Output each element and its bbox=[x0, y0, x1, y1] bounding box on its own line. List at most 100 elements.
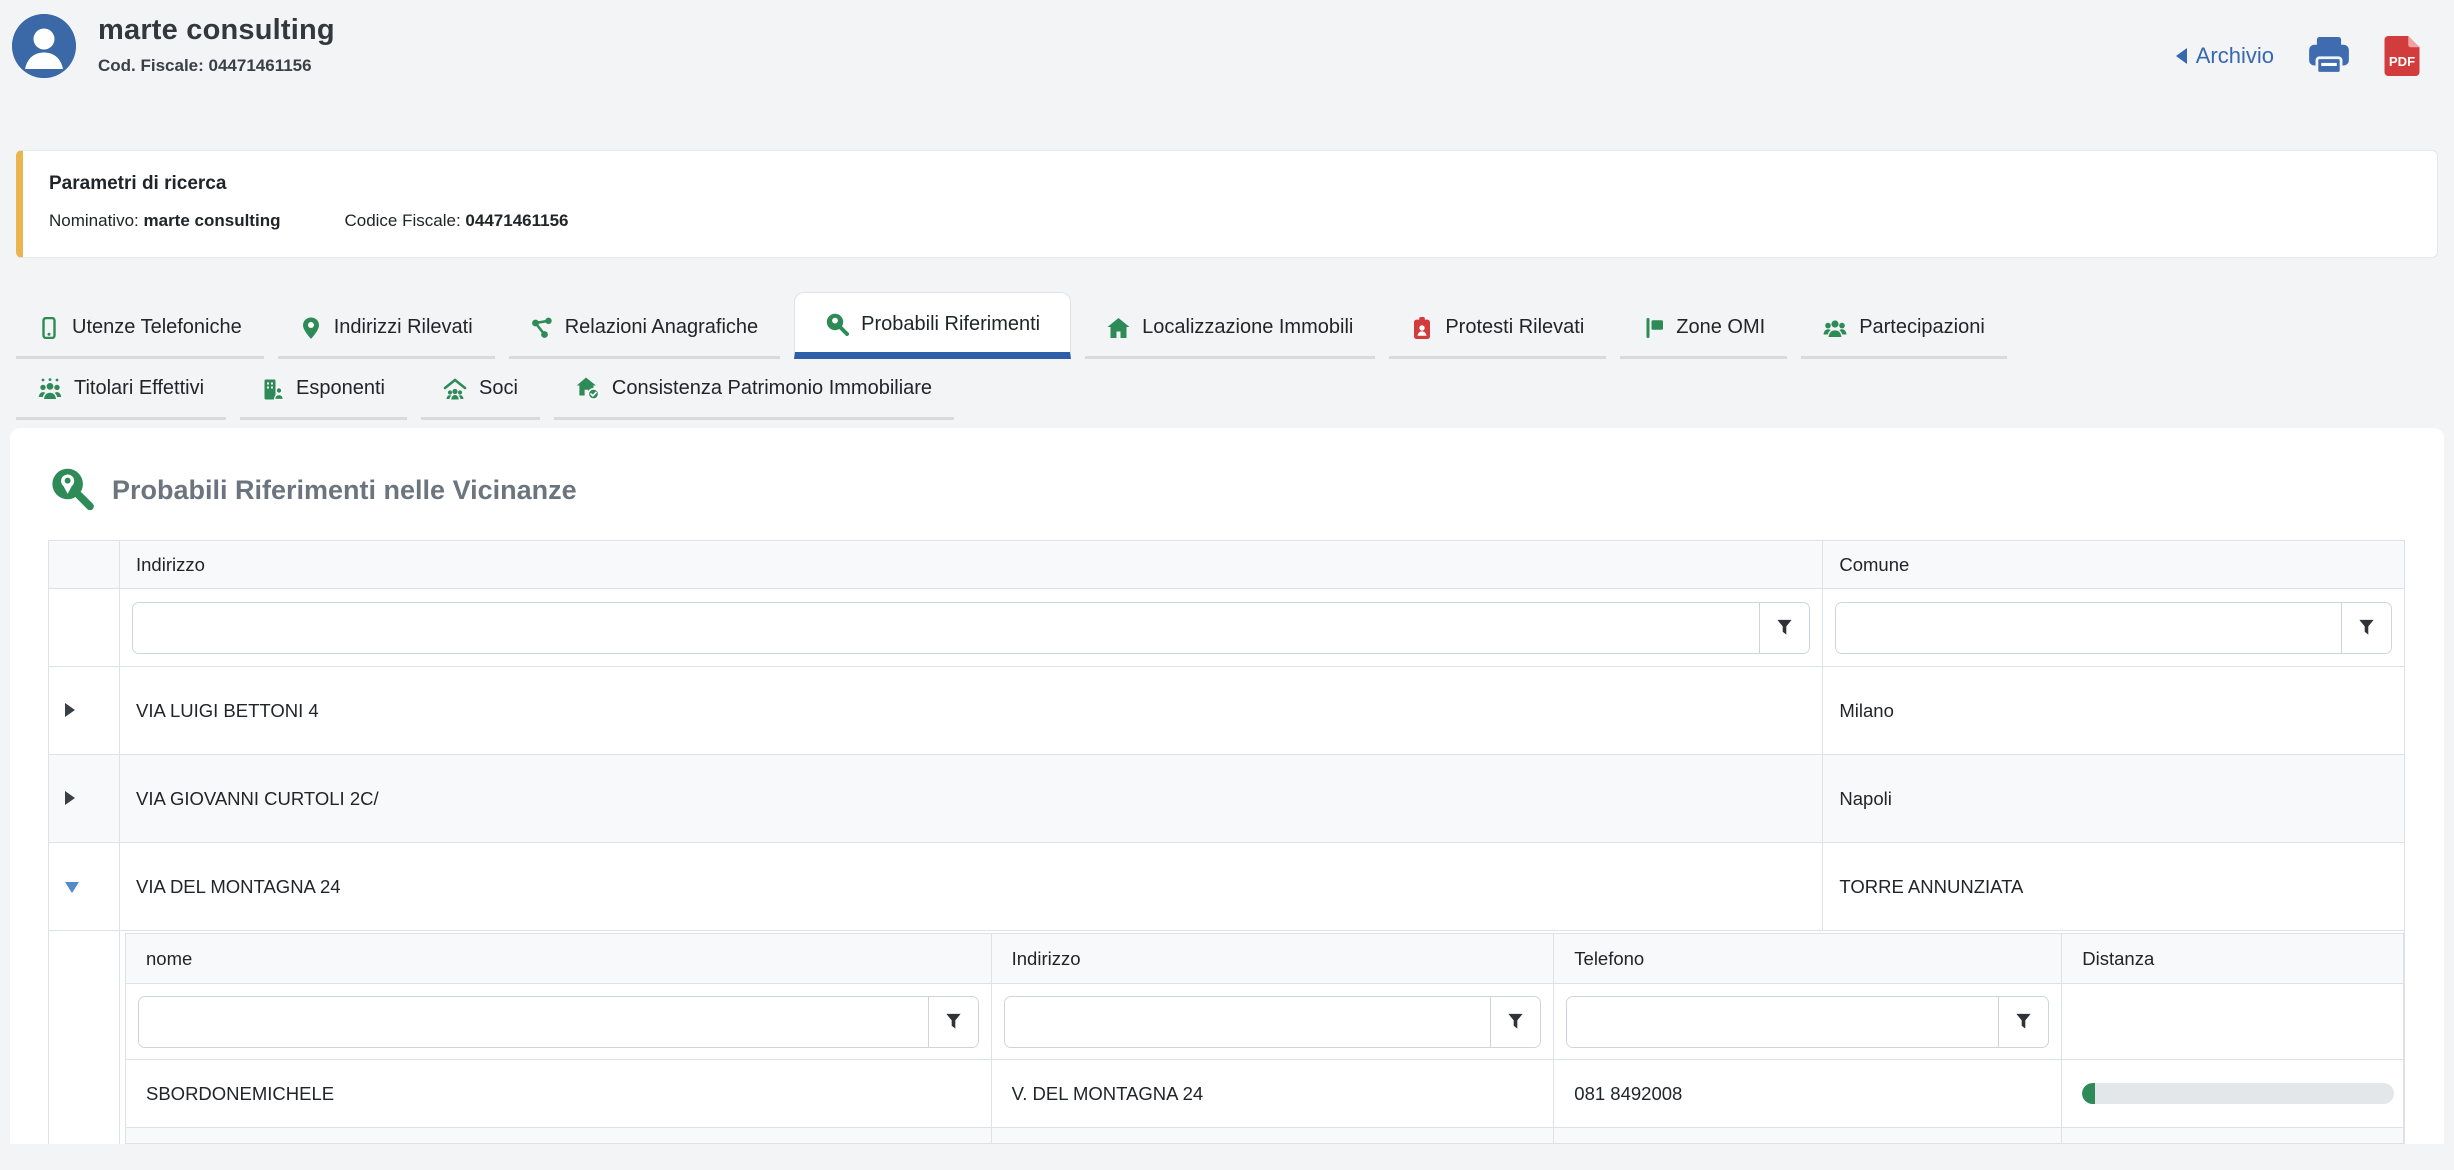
partial-row bbox=[126, 1128, 2404, 1144]
filter-button-nome[interactable] bbox=[928, 997, 978, 1047]
filter-input-telefono[interactable] bbox=[1567, 997, 1998, 1047]
tab-label: Soci bbox=[479, 377, 518, 400]
tab-protesti-rilevati[interactable]: Protesti Rilevati bbox=[1389, 300, 1606, 359]
collapsed-triangle-icon bbox=[65, 791, 75, 805]
filter-button-telefono[interactable] bbox=[1998, 997, 2048, 1047]
distance-progress-fill bbox=[2082, 1083, 2094, 1104]
distance-progress-bar bbox=[2082, 1083, 2394, 1104]
detail-header-row: nome Indirizzo Telefono Distanza bbox=[126, 934, 2404, 984]
svg-text:PDF: PDF bbox=[2389, 54, 2415, 69]
tab-esponenti[interactable]: Esponenti bbox=[240, 361, 407, 420]
cell-indirizzo: VIA GIOVANNI CURTOLI 2C/ bbox=[120, 755, 1823, 843]
tab-zone-omi[interactable]: Zone OMI bbox=[1620, 300, 1787, 359]
filter-input-nome[interactable] bbox=[139, 997, 928, 1047]
detail-row: nome Indirizzo Telefono Distanza bbox=[49, 931, 2405, 1145]
house-people-icon bbox=[443, 378, 467, 400]
results-header-row: Indirizzo Comune bbox=[49, 541, 2405, 589]
pdf-icon: PDF bbox=[2384, 36, 2420, 76]
print-button[interactable] bbox=[2308, 37, 2350, 75]
column-header-telefono: Telefono bbox=[1554, 934, 2062, 984]
results-filter-row bbox=[49, 589, 2405, 667]
collapsed-triangle-icon bbox=[65, 703, 75, 717]
param-nominativo: Nominativo: marte consulting bbox=[49, 211, 280, 231]
cell-nome: SBORDONEMICHELE bbox=[126, 1060, 992, 1128]
expanded-triangle-icon bbox=[65, 882, 79, 893]
filter-button-indirizzo[interactable] bbox=[1759, 603, 1809, 653]
archive-link-label: Archivio bbox=[2196, 43, 2274, 69]
page-header: marte consulting Cod. Fiscale: 044714611… bbox=[0, 0, 2454, 118]
search-icon bbox=[825, 312, 849, 336]
cell-comune: Milano bbox=[1823, 667, 2405, 755]
filter-button-comune[interactable] bbox=[2341, 603, 2391, 653]
funnel-icon bbox=[1506, 1012, 1525, 1031]
cell-indirizzo: VIA LUIGI BETTONI 4 bbox=[120, 667, 1823, 755]
company-avatar bbox=[12, 14, 76, 78]
column-header-distanza: Distanza bbox=[2062, 934, 2404, 984]
row-expander[interactable] bbox=[49, 667, 120, 755]
tab-relazioni-anagrafiche[interactable]: Relazioni Anagrafiche bbox=[509, 300, 780, 359]
funnel-icon bbox=[944, 1012, 963, 1031]
column-header-indirizzo: Indirizzo bbox=[120, 541, 1823, 589]
section-title: Probabili Riferimenti nelle Vicinanze bbox=[112, 475, 577, 506]
column-header-nome: nome bbox=[126, 934, 992, 984]
tab-localizzazione-immobili[interactable]: Localizzazione Immobili bbox=[1085, 300, 1375, 359]
table-row[interactable]: VIA DEL MONTAGNA 24 TORRE ANNUNZIATA bbox=[49, 843, 2405, 931]
map-pin-icon bbox=[300, 317, 322, 339]
param-label: Codice Fiscale: bbox=[344, 211, 460, 230]
detail-table: nome Indirizzo Telefono Distanza bbox=[125, 933, 2404, 1144]
tab-probabili-riferimenti[interactable]: Probabili Riferimenti bbox=[794, 292, 1071, 359]
building-person-icon bbox=[262, 378, 284, 400]
printer-icon bbox=[2308, 37, 2350, 75]
column-header-indirizzo: Indirizzo bbox=[991, 934, 1554, 984]
filter-input-detail-indirizzo[interactable] bbox=[1005, 997, 1491, 1047]
tab-indirizzi-rilevati[interactable]: Indirizzi Rilevati bbox=[278, 300, 495, 359]
cell-distanza bbox=[2062, 1060, 2404, 1128]
main-content-card: Probabili Riferimenti nelle Vicinanze In… bbox=[10, 428, 2444, 1144]
filter-input-indirizzo[interactable] bbox=[133, 603, 1759, 653]
tab-label: Utenze Telefoniche bbox=[72, 316, 242, 339]
tab-label: Partecipazioni bbox=[1859, 316, 1985, 339]
detail-data-row[interactable]: SBORDONEMICHELE V. DEL MONTAGNA 24 081 8… bbox=[126, 1060, 2404, 1128]
house-check-icon bbox=[576, 377, 600, 400]
filter-button-detail-indirizzo[interactable] bbox=[1490, 997, 1540, 1047]
cell-telefono: 081 8492008 bbox=[1554, 1060, 2062, 1128]
pdf-export-button[interactable]: PDF bbox=[2384, 36, 2420, 76]
phone-icon bbox=[38, 317, 60, 339]
tab-label: Protesti Rilevati bbox=[1445, 316, 1584, 339]
search-location-icon bbox=[48, 466, 96, 514]
share-nodes-icon bbox=[531, 317, 553, 339]
column-header-comune: Comune bbox=[1823, 541, 2405, 589]
tab-soci[interactable]: Soci bbox=[421, 361, 540, 420]
tab-label: Consistenza Patrimonio Immobiliare bbox=[612, 377, 932, 400]
param-codice-fiscale: Codice Fiscale: 04471461156 bbox=[344, 211, 568, 231]
tab-partecipazioni[interactable]: Partecipazioni bbox=[1801, 300, 2007, 359]
detail-filter-row bbox=[126, 984, 2404, 1060]
expander-column-header bbox=[49, 541, 120, 589]
table-row[interactable]: VIA GIOVANNI CURTOLI 2C/ Napoli bbox=[49, 755, 2405, 843]
archive-link[interactable]: Archivio bbox=[2176, 43, 2274, 69]
table-row[interactable]: VIA LUIGI BETTONI 4 Milano bbox=[49, 667, 2405, 755]
tab-label: Esponenti bbox=[296, 377, 385, 400]
param-label: Nominativo: bbox=[49, 211, 139, 230]
funnel-icon bbox=[2357, 618, 2376, 637]
param-value: marte consulting bbox=[144, 211, 281, 230]
tab-label: Localizzazione Immobili bbox=[1142, 316, 1353, 339]
row-expander[interactable] bbox=[49, 843, 120, 931]
row-expander[interactable] bbox=[49, 755, 120, 843]
filter-input-comune[interactable] bbox=[1836, 603, 2341, 653]
funnel-icon bbox=[2014, 1012, 2033, 1031]
left-triangle-icon bbox=[2176, 48, 2187, 64]
people-icon bbox=[1823, 317, 1847, 339]
funnel-icon bbox=[1775, 618, 1794, 637]
fiscal-code-subtitle: Cod. Fiscale: 04471461156 bbox=[98, 56, 335, 76]
house-icon bbox=[1107, 317, 1130, 339]
tab-label: Probabili Riferimenti bbox=[861, 313, 1040, 336]
results-table: Indirizzo Comune bbox=[48, 540, 2405, 1144]
cell-indirizzo: VIA DEL MONTAGNA 24 bbox=[120, 843, 1823, 931]
tab-utenze-telefoniche[interactable]: Utenze Telefoniche bbox=[16, 300, 264, 359]
tab-label: Zone OMI bbox=[1676, 316, 1765, 339]
tab-consistenza-patrimonio[interactable]: Consistenza Patrimonio Immobiliare bbox=[554, 361, 954, 420]
tab-titolari-effettivi[interactable]: Titolari Effettivi bbox=[16, 361, 226, 420]
param-value: 04471461156 bbox=[465, 211, 568, 230]
tab-label: Relazioni Anagrafiche bbox=[565, 316, 758, 339]
